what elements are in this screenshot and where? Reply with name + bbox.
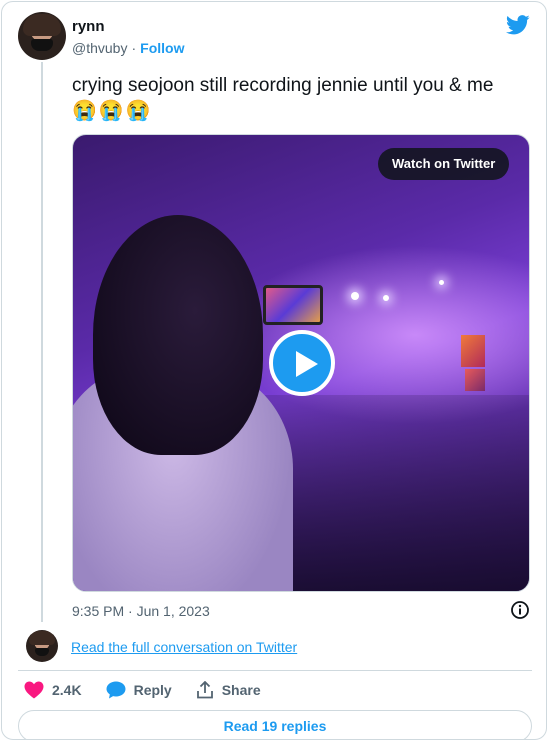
action-bar: 2.4K Reply Share xyxy=(24,681,285,699)
like-button[interactable]: 2.4K xyxy=(24,681,82,699)
share-button[interactable]: Share xyxy=(196,681,261,699)
user-handle[interactable]: @thvuby xyxy=(72,40,127,56)
heart-icon xyxy=(24,681,44,699)
twitter-bird-icon[interactable] xyxy=(506,14,530,36)
share-label: Share xyxy=(221,682,261,698)
divider xyxy=(18,670,532,671)
separator-dot: · xyxy=(131,40,137,56)
watch-on-twitter-button[interactable]: Watch on Twitter xyxy=(378,148,510,180)
avatar[interactable] xyxy=(18,12,66,60)
share-icon xyxy=(196,681,213,699)
crying-emojis: 😭😭😭 xyxy=(72,100,153,122)
play-icon[interactable] xyxy=(269,330,335,396)
reply-button[interactable]: Reply xyxy=(106,681,172,699)
tweet-text: crying seojoon still recording jennie un… xyxy=(72,75,494,96)
video-thumbnail[interactable]: Watch on Twitter xyxy=(72,134,530,592)
conversation-avatar[interactable] xyxy=(26,630,58,662)
display-name[interactable]: rynn xyxy=(72,18,105,35)
like-count: 2.4K xyxy=(52,682,82,698)
read-full-conversation-link[interactable]: Read the full conversation on Twitter xyxy=(71,639,297,655)
follow-button[interactable]: Follow xyxy=(140,40,184,56)
handle-row: @thvuby · Follow xyxy=(72,40,184,56)
reply-label: Reply xyxy=(133,682,172,698)
info-icon[interactable] xyxy=(510,600,530,620)
embedded-tweet-card: rynn @thvuby · Follow crying seojoon still… xyxy=(1,1,547,740)
reply-bubble-icon xyxy=(106,681,126,699)
thread-line xyxy=(41,62,43,622)
read-replies-button[interactable]: Read 19 replies xyxy=(18,710,532,739)
tweet-timestamp[interactable]: 9:35 PM · Jun 1, 2023 xyxy=(72,603,210,619)
